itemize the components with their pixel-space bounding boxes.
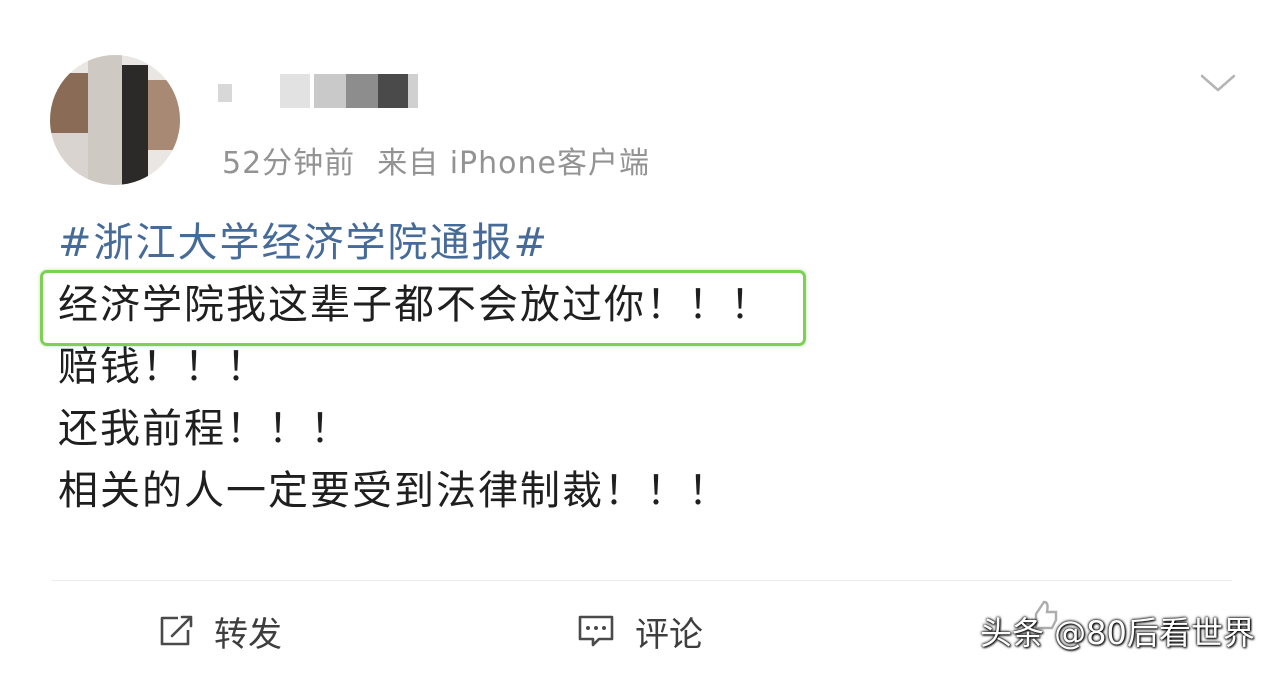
post-source: 来自 iPhone客户端	[377, 146, 650, 181]
topic-hashtag[interactable]: #浙江大学经济学院通报#	[58, 212, 772, 274]
avatar[interactable]	[50, 55, 180, 185]
repost-button[interactable]: 转发	[156, 606, 282, 656]
repost-label: 转发	[214, 614, 282, 655]
watermark: 头条 @80后看世界	[980, 614, 1255, 652]
comment-label: 评论	[635, 614, 703, 655]
post-time: 52分钟前	[222, 146, 356, 181]
edit-share-icon	[160, 615, 193, 646]
content-line: 相关的人一定要受到法律制裁！！！	[58, 468, 730, 514]
divider	[52, 580, 1232, 581]
comment-button[interactable]: 评论	[575, 606, 703, 656]
content-line: 还我前程！！！	[58, 406, 352, 452]
username-pixelated[interactable]	[218, 74, 418, 108]
comment-bubble-icon	[578, 615, 614, 647]
weibo-post-card: 52分钟前 来自 iPhone客户端 #浙江大学经济学院通报# 经济学院我这辈子都…	[0, 0, 1280, 674]
content-line: 经济学院我这辈子都不会放过你！！！	[58, 282, 772, 328]
post-content: #浙江大学经济学院通报# 经济学院我这辈子都不会放过你！！！ 赔钱！！！ 还我前…	[58, 212, 772, 522]
content-line: 赔钱！！！	[58, 344, 268, 390]
post-meta: 52分钟前 来自 iPhone客户端	[222, 138, 650, 182]
chevron-down-icon[interactable]	[1198, 68, 1238, 98]
